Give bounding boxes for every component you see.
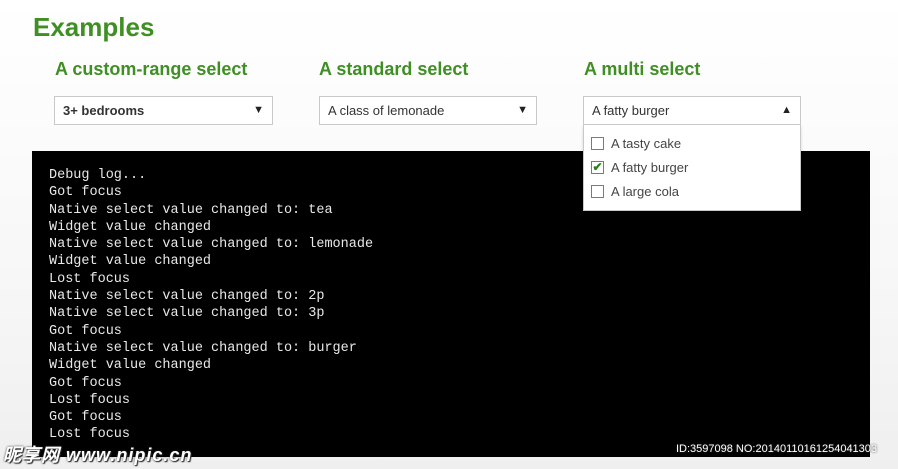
checkmark-icon[interactable]: ✔ xyxy=(591,160,604,174)
log-line: Got focus xyxy=(49,375,122,391)
log-line: Native select value changed to: burger xyxy=(49,340,357,356)
option-large-cola[interactable]: A large cola xyxy=(584,179,800,203)
log-line: Widget value changed xyxy=(49,219,212,235)
standard-select[interactable]: A class of lemonade ▼ xyxy=(319,96,537,125)
standard-select-title: A standard select xyxy=(319,59,469,79)
log-line: Got focus xyxy=(49,410,122,426)
chevron-down-icon: ▼ xyxy=(253,104,264,116)
chevron-down-icon: ▼ xyxy=(517,104,528,116)
multi-select-value: A fatty burger xyxy=(592,103,670,118)
custom-range-select-title: A custom-range select xyxy=(55,59,248,79)
checkbox-icon[interactable] xyxy=(591,184,604,198)
option-fatty-burger[interactable]: ✔ A fatty burger xyxy=(584,155,800,179)
log-line: Got focus xyxy=(49,185,122,201)
option-label: A large cola xyxy=(611,183,679,199)
option-tasty-cake[interactable]: A tasty cake xyxy=(584,131,800,155)
log-line: Lost focus xyxy=(49,271,131,287)
watermark-logo: 昵享网 www.nipic.cn xyxy=(3,445,193,465)
custom-range-select[interactable]: 3+ bedrooms ▼ xyxy=(54,96,273,125)
multi-select-dropdown: A tasty cake ✔ A fatty burger A large co… xyxy=(583,125,801,211)
multi-select[interactable]: A fatty burger ▲ xyxy=(583,96,801,125)
option-label: A tasty cake xyxy=(611,135,682,151)
log-line: Native select value changed to: lemonade xyxy=(49,237,374,253)
custom-range-select-value: 3+ bedrooms xyxy=(63,103,145,118)
standard-select-value: A class of lemonade xyxy=(328,103,445,118)
log-line: Native select value changed to: tea xyxy=(49,202,333,218)
log-line: Debug log... xyxy=(49,168,147,183)
log-line: Got focus xyxy=(49,323,122,339)
debug-log: Debug log... Got focus Native select value… xyxy=(49,167,373,444)
log-line: Widget value changed xyxy=(49,358,212,374)
multi-select-title: A multi select xyxy=(584,59,701,79)
log-line: Native select value changed to: 3p xyxy=(49,306,325,322)
log-line: Lost focus xyxy=(49,392,131,408)
watermark-id: ID:3597098 NO:20140110161254041303 xyxy=(676,443,878,455)
log-line: Native select value changed to: 2p xyxy=(49,289,325,305)
chevron-up-icon: ▲ xyxy=(781,104,792,116)
option-label: A fatty burger xyxy=(611,159,689,175)
checkbox-icon[interactable] xyxy=(591,136,604,150)
page-title: Examples xyxy=(33,12,155,42)
log-line: Widget value changed xyxy=(49,254,212,270)
